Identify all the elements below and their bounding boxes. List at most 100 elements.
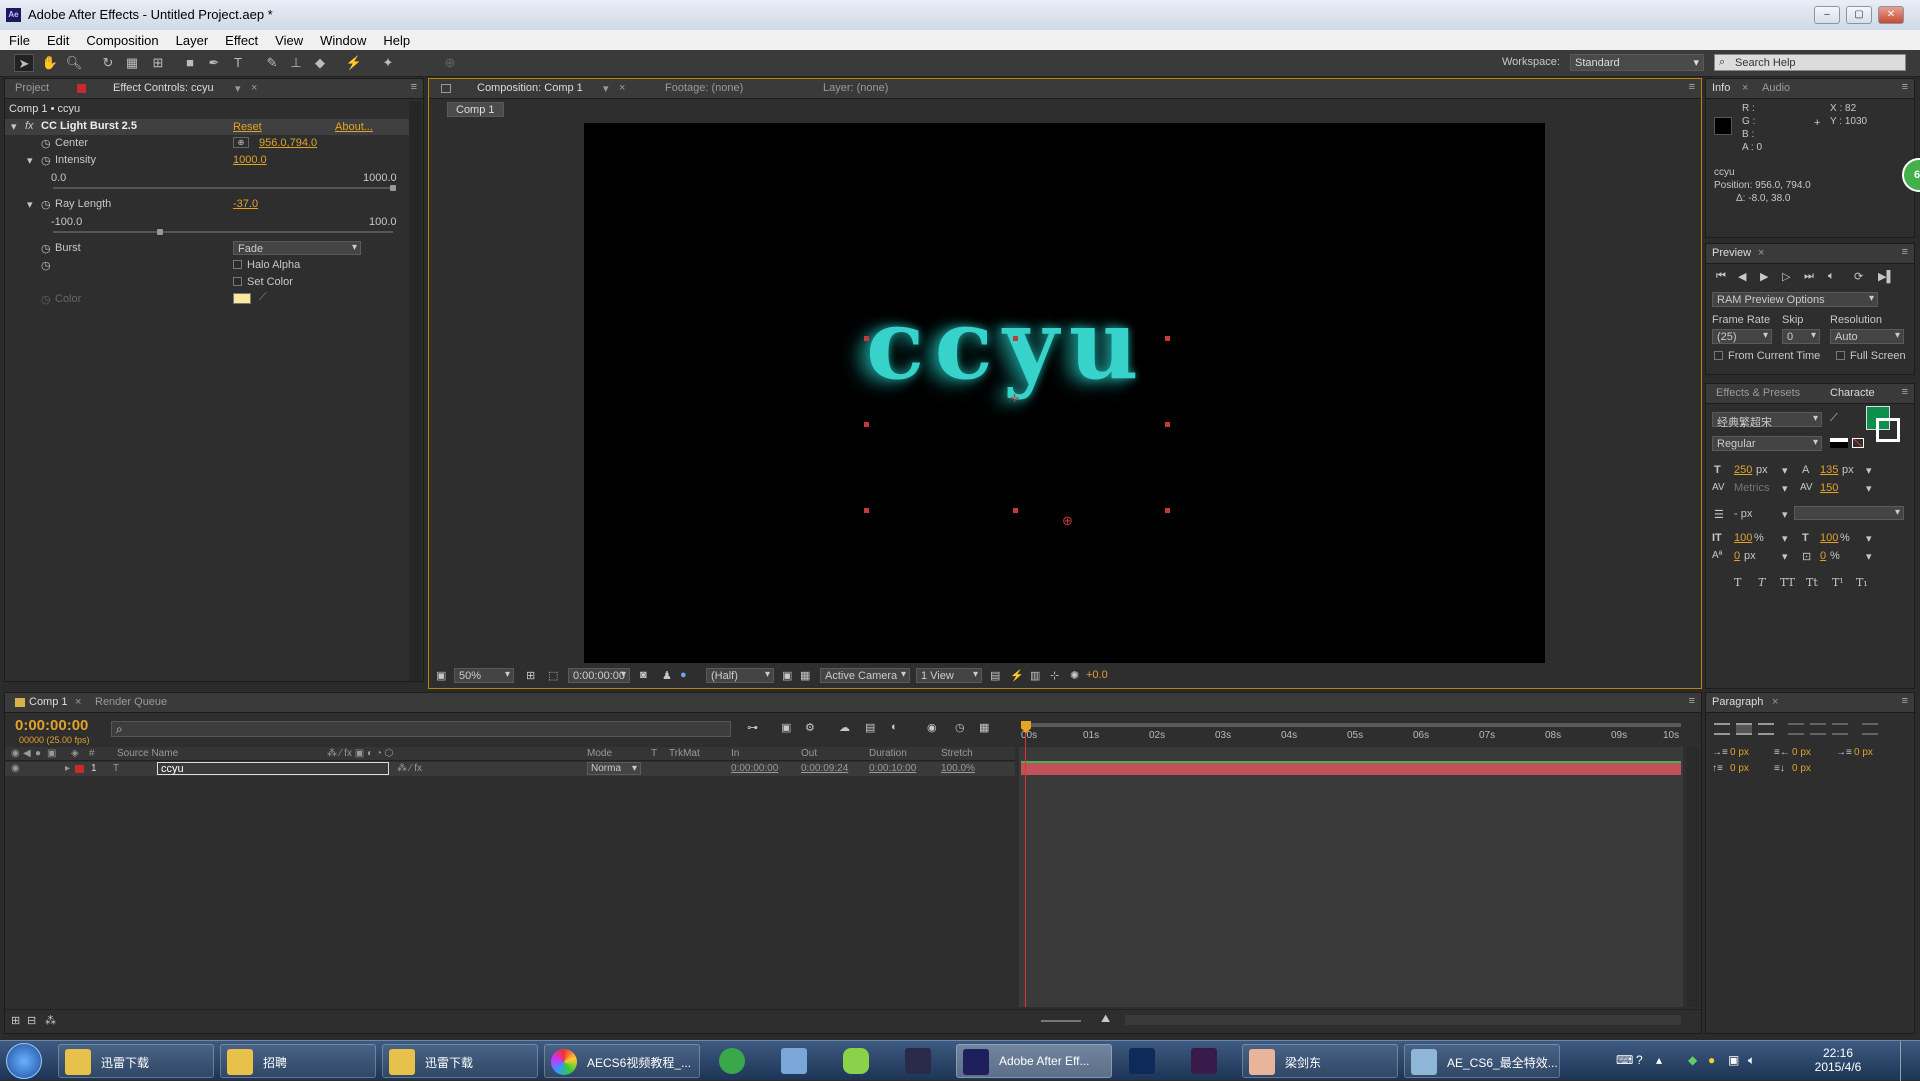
faux-bold-button[interactable]: T: [1734, 576, 1741, 589]
show-desktop-button[interactable]: [1900, 1041, 1916, 1081]
stroke-style-dropdown[interactable]: [1794, 506, 1904, 520]
frame-rate-dropdown[interactable]: (25): [1712, 329, 1772, 344]
expand-layer-switches-icon[interactable]: ⊞: [11, 1014, 20, 1027]
menu-composition[interactable]: Composition: [77, 30, 166, 48]
expand-triangle-icon[interactable]: ▾: [11, 120, 17, 133]
chevron-down-icon[interactable]: ▾: [1782, 508, 1788, 521]
expand-triangle-icon[interactable]: ▸: [65, 763, 70, 774]
justify-all-icon[interactable]: [1862, 723, 1878, 735]
tab-footage[interactable]: Footage: (none): [665, 82, 743, 94]
comp-mini-flowchart-icon[interactable]: ⊶: [747, 721, 758, 734]
transparency-grid-icon[interactable]: ▦: [800, 669, 810, 682]
fit-icon[interactable]: ⊞: [526, 669, 535, 682]
chevron-down-icon[interactable]: ▾: [1866, 532, 1872, 545]
chevron-down-icon[interactable]: ▾: [1782, 464, 1788, 477]
burst-dropdown[interactable]: Fade: [233, 241, 361, 255]
brainstorm-icon[interactable]: ◉: [927, 721, 937, 734]
tsume-value[interactable]: 0: [1820, 550, 1826, 562]
rotate-tool-icon[interactable]: ↻: [98, 54, 118, 72]
pan-behind-tool-icon[interactable]: ⊞: [148, 54, 168, 72]
layer-stretch[interactable]: 100.0%: [941, 763, 975, 774]
layer-name-field[interactable]: ccyu: [157, 762, 389, 775]
chevron-down-icon[interactable]: ▾: [603, 82, 609, 95]
resolution-preview-dropdown[interactable]: Auto: [1830, 329, 1904, 344]
baseline-shift-value[interactable]: 0: [1734, 550, 1740, 562]
eraser-tool-icon[interactable]: ◆: [310, 54, 330, 72]
channels-icon[interactable]: ●: [680, 669, 687, 681]
close-tab-icon[interactable]: ×: [1758, 247, 1764, 259]
zoom-tool-icon[interactable]: 🔍︎: [64, 54, 84, 72]
taskbar-item-xunlei-1[interactable]: 迅雷下载: [58, 1044, 214, 1078]
tab-render-queue[interactable]: Render Queue: [95, 696, 167, 708]
fx-icon[interactable]: fx: [25, 120, 34, 132]
tab-audio[interactable]: Audio: [1762, 82, 1790, 94]
layer-label-color[interactable]: [75, 765, 84, 773]
layer-out[interactable]: 0:00:09:24: [801, 763, 848, 774]
menu-edit[interactable]: Edit: [38, 30, 77, 48]
menu-window[interactable]: Window: [311, 30, 374, 48]
tab-effect-controls[interactable]: Effect Controls: ccyu: [113, 82, 214, 94]
expand-triangle-icon[interactable]: ▾: [27, 154, 33, 167]
rectangle-tool-icon[interactable]: ■: [180, 54, 200, 72]
eye-icon[interactable]: ◉: [11, 763, 20, 774]
start-button[interactable]: [6, 1043, 42, 1079]
blend-mode-dropdown[interactable]: Norma: [587, 762, 641, 775]
play-icon[interactable]: ▶: [1760, 270, 1768, 283]
zoom-dropdown[interactable]: 50%: [454, 668, 514, 683]
full-screen-checkbox[interactable]: [1836, 351, 1845, 360]
tab-preview[interactable]: Preview: [1712, 247, 1751, 259]
taskbar-ie-button[interactable]: [708, 1044, 756, 1078]
timecode-field[interactable]: 0:00:00:00: [568, 668, 630, 683]
layer-in[interactable]: 0:00:00:00: [731, 763, 778, 774]
stopwatch-icon[interactable]: ◷: [41, 198, 51, 211]
ray-length-slider[interactable]: [53, 231, 393, 233]
align-left-icon[interactable]: [1714, 723, 1730, 735]
menu-layer[interactable]: Layer: [167, 30, 217, 48]
indent-first-value[interactable]: 0 px: [1854, 747, 1873, 758]
taskbar-item-zhaopin[interactable]: 招聘: [220, 1044, 376, 1078]
font-style-dropdown[interactable]: Regular: [1712, 436, 1822, 451]
timeline-search-input[interactable]: ⌕: [111, 721, 731, 737]
audio-icon[interactable]: 🔈︎: [1828, 270, 1835, 283]
puppet-pin-tool-icon[interactable]: ✦: [378, 54, 398, 72]
layer-duration[interactable]: 0:00:10:00: [869, 763, 916, 774]
set-color-checkbox[interactable]: [233, 277, 242, 286]
stopwatch-icon[interactable]: ◷: [41, 242, 51, 255]
chevron-down-icon[interactable]: ▾: [1866, 482, 1872, 495]
stroke-color-swatch[interactable]: [1876, 418, 1900, 442]
tray-keyboard-icon[interactable]: ⌨: [1616, 1053, 1633, 1067]
current-time-indicator[interactable]: [1025, 733, 1026, 1007]
tab-info[interactable]: Info: [1712, 82, 1730, 94]
tab-layer[interactable]: Layer: (none): [823, 82, 888, 94]
close-tab-icon[interactable]: ×: [1772, 696, 1778, 708]
tray-expand-icon[interactable]: ▴: [1656, 1053, 1662, 1067]
tab-paragraph[interactable]: Paragraph: [1712, 696, 1763, 708]
subscript-button[interactable]: T₁: [1856, 576, 1868, 589]
light-center-icon[interactable]: ⊕: [1062, 513, 1073, 529]
align-right-icon[interactable]: [1758, 723, 1774, 735]
tray-network-icon[interactable]: ▣: [1728, 1053, 1739, 1067]
camera-dropdown[interactable]: Active Camera: [820, 668, 910, 683]
track-area[interactable]: [1019, 747, 1683, 1007]
table-row[interactable]: ◉ ▸ 1 T ccyu ⁂ ⁄ fx Norma 0:00:00:00 0:0…: [5, 762, 1015, 776]
zoom-slider[interactable]: [1041, 1020, 1081, 1022]
taskbar-app-button[interactable]: [832, 1044, 880, 1078]
toggle-pixel-aspect-icon[interactable]: ▤: [990, 669, 1000, 682]
align-center-icon[interactable]: [1736, 723, 1752, 735]
time-ruler[interactable]: 00s 01s 02s 03s 04s 05s 06s 07s 08s 09s …: [1019, 719, 1683, 747]
close-tab-icon[interactable]: ×: [75, 696, 81, 708]
loop-icon[interactable]: ⟳: [1854, 270, 1863, 283]
minimize-button[interactable]: –: [1814, 6, 1840, 24]
always-preview-icon[interactable]: ▣: [436, 669, 446, 682]
zoom-in-icon[interactable]: ⛰: [1101, 1013, 1110, 1026]
resolution-dropdown[interactable]: (Half): [706, 668, 774, 683]
layer-handle[interactable]: [1013, 336, 1018, 341]
composition-canvas[interactable]: ccyu ✛ ⊕: [584, 123, 1545, 663]
crosshair-icon[interactable]: ⊕: [233, 137, 249, 148]
expand-in-out-icon[interactable]: ⁂: [45, 1014, 56, 1027]
ram-preview-icon[interactable]: ▶▌: [1878, 270, 1894, 283]
next-frame-icon[interactable]: ▷: [1782, 270, 1790, 283]
layer-handle[interactable]: [864, 336, 869, 341]
menu-effect[interactable]: Effect: [216, 30, 266, 48]
clock[interactable]: 22:16 2015/4/6: [1808, 1046, 1868, 1074]
